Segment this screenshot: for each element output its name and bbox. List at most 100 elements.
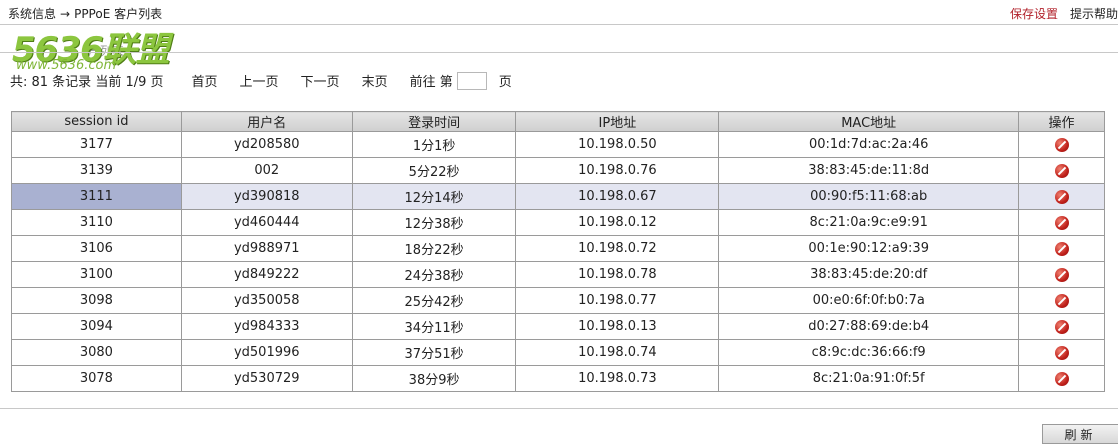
ip-cell: 10.198.0.12 xyxy=(515,209,720,236)
table-row[interactable]: 3098 yd350058 25分42秒 10.198.0.77 00:e0:6f:0f… xyxy=(11,287,1105,314)
action-cell xyxy=(1018,313,1105,340)
action-cell xyxy=(1018,157,1105,184)
top-links: 保存设置 提示帮助 xyxy=(1010,5,1118,22)
table-row[interactable]: 3094 yd984333 34分11秒 10.198.0.13 d0:27:88:69… xyxy=(11,313,1105,340)
col-header-login-time[interactable]: 登录时间 xyxy=(351,111,517,132)
login-time-cell: 34分11秒 xyxy=(351,313,517,340)
username-cell: 002 xyxy=(180,157,353,184)
session-id-cell: 3100 xyxy=(11,261,182,288)
divider xyxy=(0,408,1118,409)
goto-label: 前往 第 xyxy=(409,75,453,90)
divider xyxy=(0,52,1118,53)
ip-cell: 10.198.0.74 xyxy=(515,339,720,366)
ip-cell: 10.198.0.78 xyxy=(515,261,720,288)
username-cell: yd984333 xyxy=(180,313,353,340)
session-id-cell: 3106 xyxy=(11,235,182,262)
ip-cell: 10.198.0.77 xyxy=(515,287,720,314)
table-row[interactable]: 3139 002 5分22秒 10.198.0.76 38:83:45:de:11:8d xyxy=(11,157,1105,184)
delete-icon[interactable] xyxy=(1054,241,1069,256)
ip-cell: 10.198.0.67 xyxy=(515,183,720,210)
ip-cell: 10.198.0.50 xyxy=(515,131,720,158)
delete-icon[interactable] xyxy=(1054,319,1069,334)
login-time-cell: 38分9秒 xyxy=(351,365,517,392)
session-id-cell: 3094 xyxy=(11,313,182,340)
table-row[interactable]: 3106 yd988971 18分22秒 10.198.0.72 00:1e:90:12… xyxy=(11,235,1105,262)
col-header-mac[interactable]: MAC地址 xyxy=(718,111,1020,132)
table-row[interactable]: 3080 yd501996 37分51秒 10.198.0.74 c8:9c:dc:36… xyxy=(11,339,1105,366)
login-time-cell: 5分22秒 xyxy=(351,157,517,184)
login-time-cell: 37分51秒 xyxy=(351,339,517,366)
username-cell: yd501996 xyxy=(180,339,353,366)
session-id-cell: 3177 xyxy=(11,131,182,158)
session-id-cell: 3111 xyxy=(11,183,182,210)
username-cell: yd988971 xyxy=(180,235,353,262)
last-page-link[interactable]: 末页 xyxy=(362,71,388,90)
username-cell: yd460444 xyxy=(180,209,353,236)
record-count: 共: 81 条记录 当前 1/9 页 xyxy=(10,75,164,90)
table-header-row: session id 用户名 登录时间 IP地址 MAC地址 操作 xyxy=(11,111,1105,132)
table-row[interactable]: 3111 yd390818 12分14秒 10.198.0.67 00:90:f5:11… xyxy=(11,183,1105,210)
action-cell xyxy=(1018,183,1105,210)
username-cell: yd350058 xyxy=(180,287,353,314)
col-header-action: 操作 xyxy=(1018,111,1105,132)
login-time-cell: 24分38秒 xyxy=(351,261,517,288)
action-cell xyxy=(1018,339,1105,366)
login-time-cell: 25分42秒 xyxy=(351,287,517,314)
action-cell xyxy=(1018,261,1105,288)
breadcrumb-current: PPPoE 客户列表 xyxy=(74,7,163,21)
watermark-logo: 5636联盟 www.5636.com xyxy=(10,22,180,73)
goto-page-input[interactable] xyxy=(456,71,487,90)
mac-cell: 38:83:45:de:20:df xyxy=(718,261,1020,288)
col-header-session-id[interactable]: session id xyxy=(11,111,182,132)
table-row[interactable]: 3110 yd460444 12分38秒 10.198.0.12 8c:21:0a:9c… xyxy=(11,209,1105,236)
delete-icon[interactable] xyxy=(1054,189,1069,204)
action-cell xyxy=(1018,287,1105,314)
goto-suffix: 页 xyxy=(498,75,512,90)
prev-page-link[interactable]: 上一页 xyxy=(240,71,279,90)
action-cell xyxy=(1018,209,1105,236)
table-row[interactable]: 3100 yd849222 24分38秒 10.198.0.78 38:83:45:de… xyxy=(11,261,1105,288)
session-id-cell: 3110 xyxy=(11,209,182,236)
delete-icon[interactable] xyxy=(1054,137,1069,152)
mac-cell: 8c:21:0a:91:0f:5f xyxy=(718,365,1020,392)
save-settings-link[interactable]: 保存设置 xyxy=(1010,7,1058,21)
table-row[interactable]: 3177 yd208580 1分1秒 10.198.0.50 00:1d:7d:ac:2… xyxy=(11,131,1105,158)
table-body: 3177 yd208580 1分1秒 10.198.0.50 00:1d:7d:ac:2… xyxy=(11,131,1105,392)
breadcrumb-root[interactable]: 系统信息 xyxy=(8,7,56,21)
ip-cell: 10.198.0.72 xyxy=(515,235,720,262)
ip-cell: 10.198.0.73 xyxy=(515,365,720,392)
breadcrumb: 系统信息 → PPPoE 客户列表 xyxy=(8,5,162,22)
session-id-cell: 3080 xyxy=(11,339,182,366)
breadcrumb-arrow: → xyxy=(60,7,71,21)
table-row[interactable]: 3078 yd530729 38分9秒 10.198.0.73 8c:21:0a:91:… xyxy=(11,365,1105,392)
ip-cell: 10.198.0.76 xyxy=(515,157,720,184)
delete-icon[interactable] xyxy=(1054,163,1069,178)
delete-icon[interactable] xyxy=(1054,215,1069,230)
refresh-button[interactable]: 刷新 xyxy=(1042,424,1118,444)
session-id-cell: 3139 xyxy=(11,157,182,184)
username-cell: yd530729 xyxy=(180,365,353,392)
first-page-link[interactable]: 首页 xyxy=(192,71,218,90)
help-link[interactable]: 提示帮助 xyxy=(1070,7,1118,21)
mac-cell: d0:27:88:69:de:b4 xyxy=(718,313,1020,340)
action-cell xyxy=(1018,131,1105,158)
delete-icon[interactable] xyxy=(1054,293,1069,308)
session-id-cell: 3078 xyxy=(11,365,182,392)
login-time-cell: 12分38秒 xyxy=(351,209,517,236)
mac-cell: 8c:21:0a:9c:e9:91 xyxy=(718,209,1020,236)
col-header-username[interactable]: 用户名 xyxy=(180,111,353,132)
username-cell: yd390818 xyxy=(180,183,353,210)
delete-icon[interactable] xyxy=(1054,371,1069,386)
next-page-link[interactable]: 下一页 xyxy=(301,71,340,90)
mac-cell: 00:1e:90:12:a9:39 xyxy=(718,235,1020,262)
pagination: 共: 81 条记录 当前 1/9 页 首页 上一页 下一页 末页 前往 第 页 xyxy=(10,71,512,90)
col-header-ip[interactable]: IP地址 xyxy=(515,111,720,132)
username-cell: yd849222 xyxy=(180,261,353,288)
delete-icon[interactable] xyxy=(1054,267,1069,282)
action-cell xyxy=(1018,365,1105,392)
ip-cell: 10.198.0.13 xyxy=(515,313,720,340)
delete-icon[interactable] xyxy=(1054,345,1069,360)
action-cell xyxy=(1018,235,1105,262)
mac-cell: 38:83:45:de:11:8d xyxy=(718,157,1020,184)
session-id-cell: 3098 xyxy=(11,287,182,314)
